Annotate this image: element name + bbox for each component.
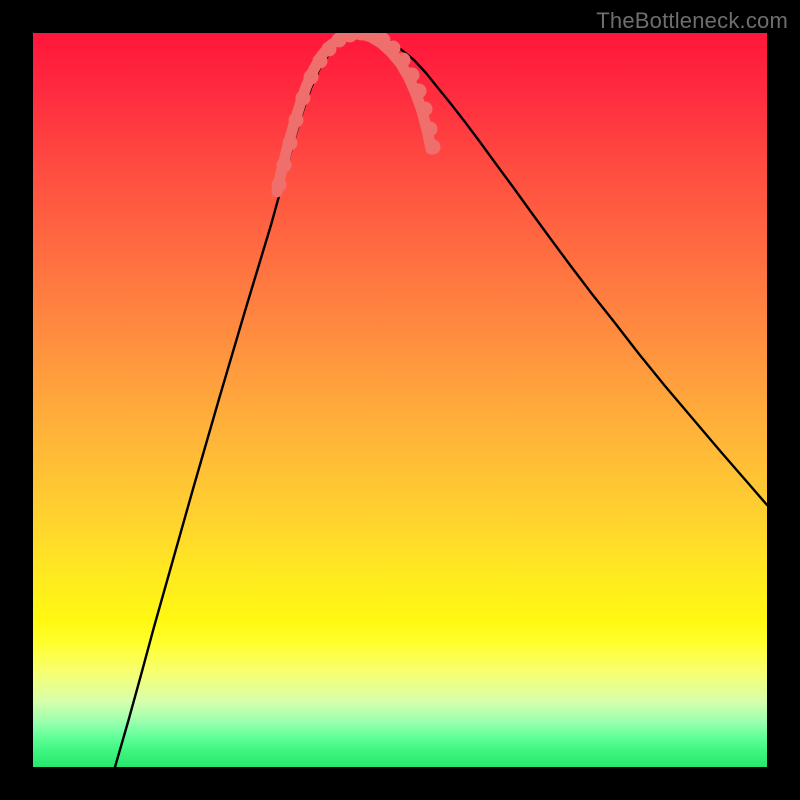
watermark-text: TheBottleneck.com: [596, 8, 788, 34]
threshold-dot: [296, 91, 311, 106]
threshold-dot: [289, 113, 304, 128]
chart-frame: TheBottleneck.com: [0, 0, 800, 800]
threshold-dot: [313, 54, 328, 69]
threshold-dot: [412, 84, 427, 99]
plot-area: [33, 33, 767, 767]
threshold-dot: [304, 70, 319, 85]
threshold-dot: [283, 136, 298, 151]
threshold-dot: [272, 178, 287, 193]
threshold-dot: [386, 41, 401, 56]
chart-svg: [33, 33, 767, 767]
threshold-dot: [277, 158, 292, 173]
main-curve: [115, 34, 767, 767]
threshold-dot: [423, 122, 438, 137]
threshold-dot: [426, 140, 441, 155]
threshold-dot: [405, 68, 420, 83]
threshold-dot: [396, 53, 411, 68]
threshold-dot: [418, 102, 433, 117]
